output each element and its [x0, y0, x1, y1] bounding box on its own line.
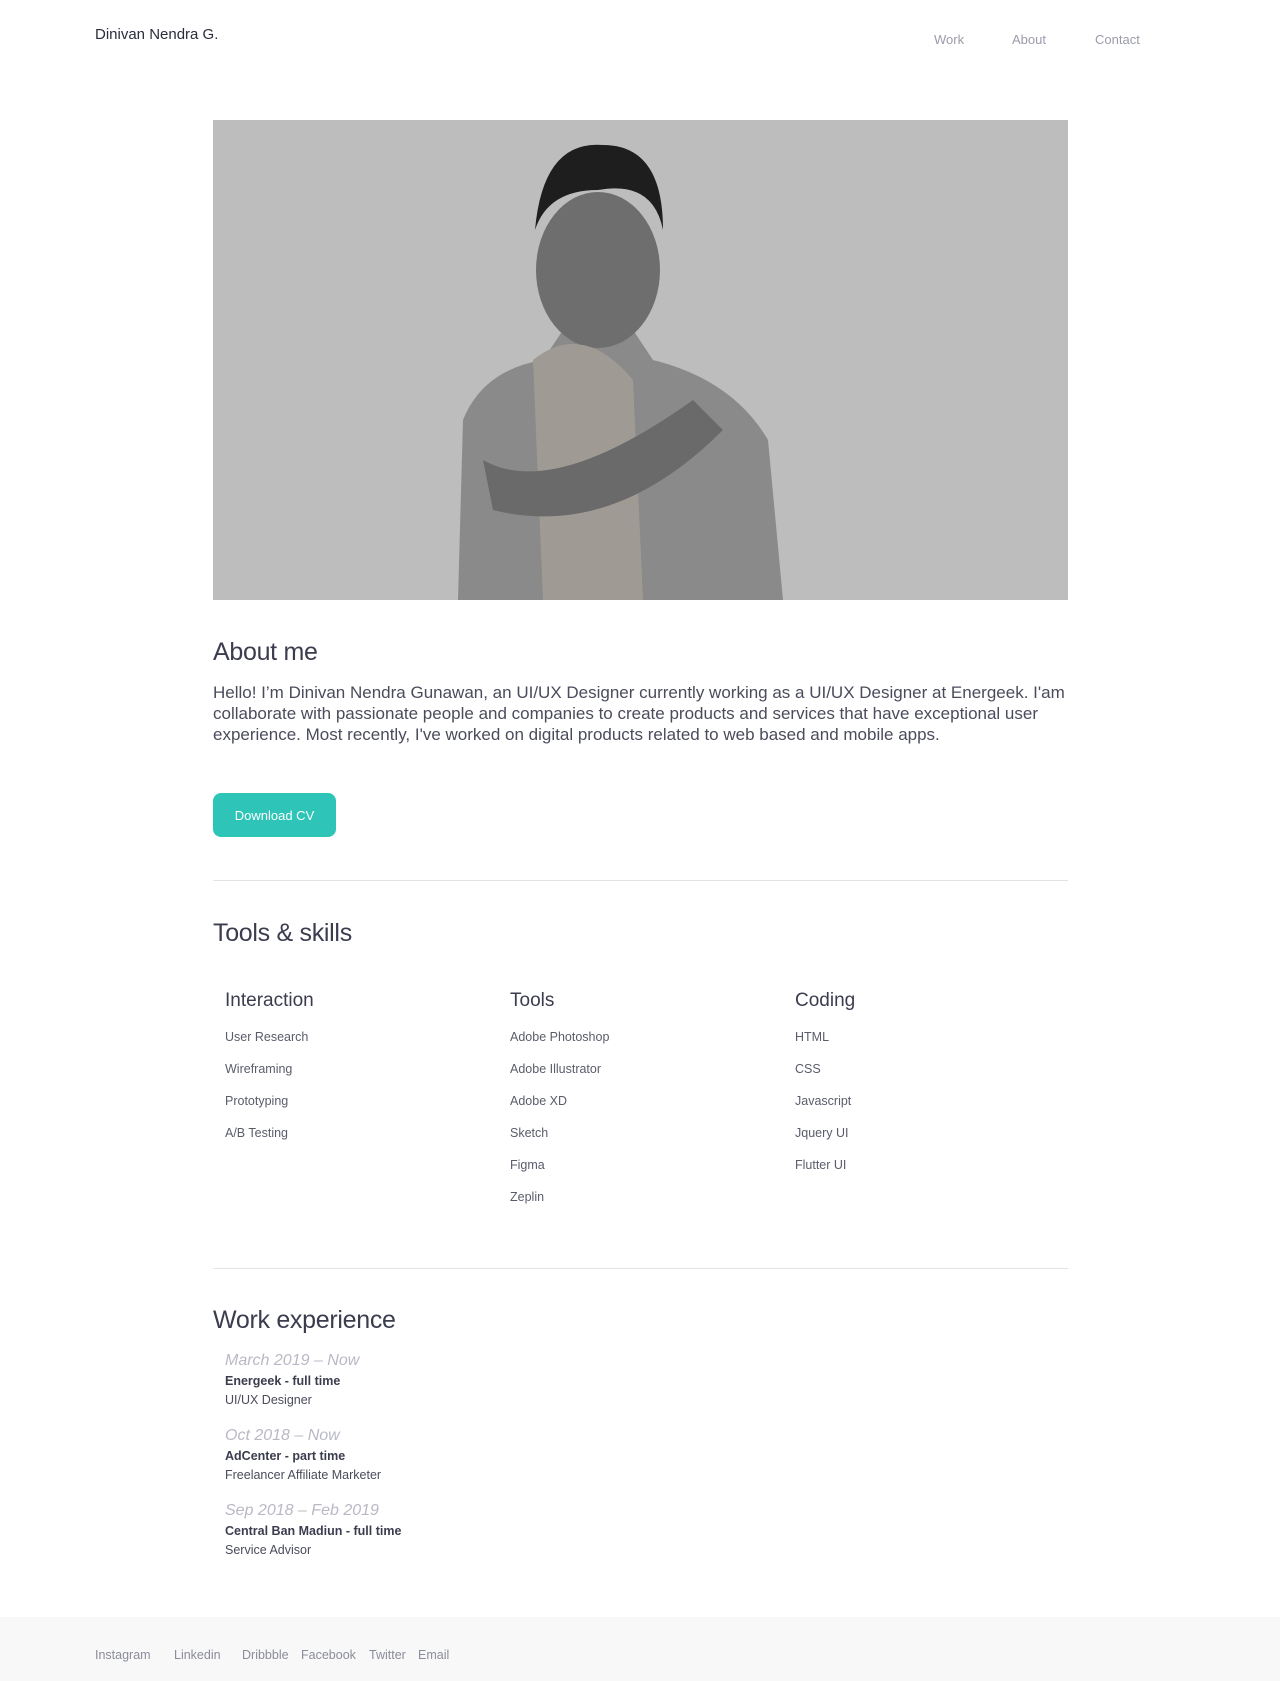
skill-item: Jquery UI: [795, 1126, 849, 1140]
job-company: Energeek - full time: [225, 1374, 341, 1388]
skill-item: CSS: [795, 1062, 821, 1076]
footer-link-twitter[interactable]: Twitter: [369, 1648, 406, 1662]
skill-item: Sketch: [510, 1126, 549, 1140]
footer-link-instagram[interactable]: Instagram: [95, 1648, 151, 1662]
column-title: Tools: [510, 990, 555, 1011]
about-title: About me: [213, 638, 318, 666]
footer-link-email[interactable]: Email: [418, 1648, 449, 1662]
column-title: Coding: [795, 990, 856, 1011]
job-company: AdCenter - part time: [225, 1449, 346, 1463]
skill-item: Zeplin: [510, 1190, 545, 1204]
skill-item: Flutter UI: [795, 1158, 847, 1172]
skill-item: Wireframing: [225, 1062, 293, 1076]
footer: Instagram Linkedin Dribbble Facebook Twi…: [0, 1617, 1280, 1681]
skill-item: Adobe Photoshop: [510, 1030, 610, 1044]
skills-column-tools: Tools Adobe Photoshop Adobe Illustrator …: [510, 990, 609, 1222]
nav-contact[interactable]: Contact: [1095, 32, 1140, 47]
skill-item: Figma: [510, 1158, 545, 1172]
skill-item: Javascript: [795, 1094, 852, 1108]
job-role: Service Advisor: [225, 1543, 312, 1557]
job-date: Sep 2018 – Feb 2019: [225, 1502, 379, 1519]
work-title: Work experience: [213, 1306, 396, 1334]
job-date: Oct 2018 – Now: [225, 1427, 340, 1444]
about-text: Hello! I’m Dinivan Nendra Gunawan, an UI…: [213, 683, 1065, 744]
job-role: Freelancer Affiliate Marketer: [225, 1468, 382, 1482]
job-entry: Sep 2018 – Feb 2019 Central Ban Madiun -…: [225, 1502, 401, 1557]
profile-photo: [213, 120, 1068, 600]
job-entry: March 2019 – Now Energeek - full time UI…: [225, 1352, 359, 1407]
skills-column-coding: Coding HTML CSS Javascript Jquery UI Flu…: [795, 990, 855, 1190]
job-role: UI/UX Designer: [225, 1393, 312, 1407]
job-company: Central Ban Madiun - full time: [225, 1524, 402, 1538]
divider: [213, 1268, 1068, 1269]
column-title: Interaction: [225, 990, 314, 1011]
download-cv-button[interactable]: Download CV: [213, 793, 336, 837]
skill-item: A/B Testing: [225, 1126, 289, 1140]
skills-title: Tools & skills: [213, 919, 352, 947]
skill-item: Adobe XD: [510, 1094, 567, 1108]
skill-item: Prototyping: [225, 1094, 289, 1108]
skill-item: HTML: [795, 1030, 830, 1044]
divider: [213, 880, 1068, 881]
nav-about[interactable]: About: [1012, 32, 1046, 47]
footer-link-facebook[interactable]: Facebook: [301, 1648, 356, 1662]
footer-link-dribbble[interactable]: Dribbble: [242, 1648, 289, 1662]
skill-item: User Research: [225, 1030, 309, 1044]
nav-work[interactable]: Work: [934, 32, 964, 47]
skill-item: Adobe Illustrator: [510, 1062, 602, 1076]
footer-link-linkedin[interactable]: Linkedin: [174, 1648, 221, 1662]
brand-name[interactable]: Dinivan Nendra G.: [95, 26, 218, 43]
job-date: March 2019 – Now: [225, 1352, 360, 1369]
job-entry: Oct 2018 – Now AdCenter - part time Free…: [225, 1427, 381, 1482]
skills-column-interaction: Interaction User Research Wireframing Pr…: [225, 990, 314, 1158]
